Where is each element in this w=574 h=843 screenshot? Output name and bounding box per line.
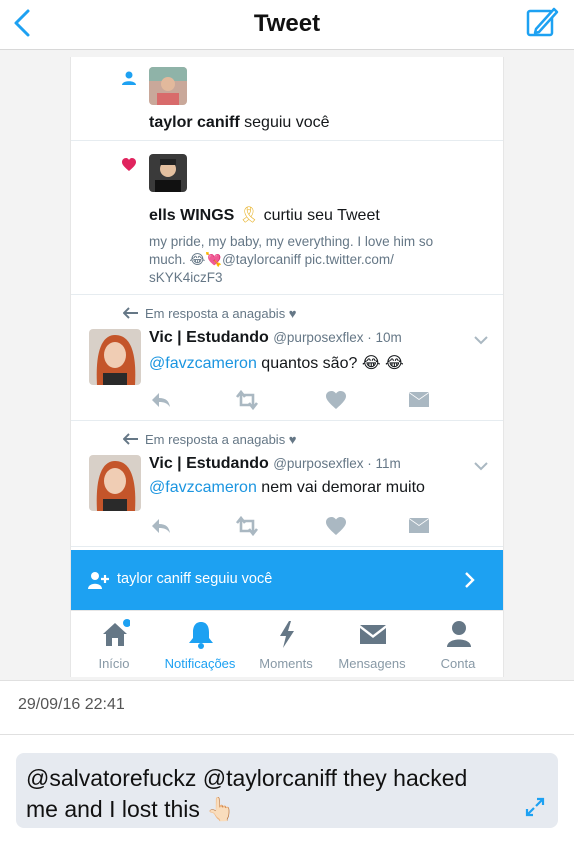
avatar[interactable] [89,455,141,511]
banner-text: taylor caniff seguiu você [117,571,273,587]
tweet-text-box[interactable]: @salvatorefuckz @taylorcaniff they hacke… [16,753,558,828]
direct-message-icon[interactable] [407,515,431,537]
tab-label: Conta [440,656,476,671]
author-handle: @purposexflex · 10m [273,330,402,345]
author-name[interactable]: Vic | Estudando [149,329,269,346]
tab-label: Mensagens [338,656,406,671]
reply-context: Em resposta a anagabis ♥ [122,432,297,447]
tab-moments[interactable]: Moments [243,611,329,677]
page-title: Tweet [253,10,321,37]
tab-label: Notificações [164,656,236,671]
quoted-tweet-line: much. 😂💘@taylorcaniff pic.twitter.com/ [149,252,394,267]
notification-user[interactable]: taylor caniff [149,114,240,131]
tab-conta[interactable]: Conta [415,611,501,677]
reply-context-text: Em resposta a anagabis ♥ [145,306,297,321]
tweet-body: quantos são? 😂 😂 [256,355,404,372]
quoted-tweet-line: sKYK4iczF3 [149,270,223,285]
notification-action: seguiu você [244,114,330,131]
chevron-down-icon[interactable] [473,461,489,471]
reply-icon[interactable] [149,389,173,411]
avatar[interactable] [89,329,141,385]
tweet-actions [149,389,449,411]
notification-follow[interactable]: taylor caniff seguiu você [71,57,503,141]
retweet-icon[interactable] [233,515,261,537]
notification-user[interactable]: ells WINGS [149,207,234,224]
tweet-text: @favzcameron nem vai demorar muito [149,479,425,497]
new-follower-banner[interactable]: taylor caniff seguiu você [71,550,503,610]
reply-arrow-icon [122,307,138,319]
mention-link[interactable]: @favzcameron [149,355,257,372]
tweet-item[interactable]: Em resposta a anagabis ♥ Vic | Estudando… [71,295,503,421]
chevron-down-icon[interactable] [473,335,489,345]
author-name[interactable]: Vic | Estudando [149,455,269,472]
avatar[interactable] [149,67,187,105]
tweet-text: @favzcameron quantos são? 😂 😂 [149,353,404,373]
tweet-body: nem vai demorar muito [256,479,425,496]
direct-message-icon[interactable] [407,389,431,411]
divider [0,680,574,681]
divider [0,734,574,735]
reply-context: Em resposta a anagabis ♥ [122,306,297,321]
tweet-header: Vic | Estudando @purposexflex · 11m [149,455,401,473]
ribbon-emoji: 🎗 [238,205,260,224]
tab-label: Moments [259,656,313,671]
envelope-icon [360,625,386,644]
tweet-page: Tweet taylor caniff seguiu você ells WIN… [0,0,574,843]
heart-icon [122,158,136,171]
notification-like[interactable]: ells WINGS 🎗 curtiu seu Tweet my pride, … [71,141,503,295]
mention-link[interactable]: @favzcameron [149,479,257,496]
tweet-header: Vic | Estudando @purposexflex · 10m [149,329,402,347]
person-icon [447,621,471,647]
quoted-tweet[interactable]: my pride, my baby, my everything. I love… [149,233,479,287]
notification-action: curtiu seu Tweet [263,207,380,224]
notification-text: ells WINGS 🎗 curtiu seu Tweet [149,205,380,225]
like-heart-icon[interactable] [325,389,347,411]
tab-mensagens[interactable]: Mensagens [329,611,415,677]
reply-context-text: Em resposta a anagabis ♥ [145,432,297,447]
retweet-icon[interactable] [233,389,261,411]
compose-icon[interactable] [524,5,560,41]
bell-icon [189,622,213,649]
tab-inicio[interactable]: Início [71,611,157,677]
tab-label: Início [98,656,130,671]
reply-arrow-icon [122,433,138,445]
quoted-tweet-line: my pride, my baby, my everything. I love… [149,234,434,249]
tweet-actions [149,515,449,537]
tweet-timestamp: 29/09/16 22:41 [18,696,125,713]
author-handle: @purposexflex · 11m [273,456,401,471]
like-heart-icon[interactable] [325,515,347,537]
chevron-right-icon[interactable] [463,571,475,589]
expand-icon[interactable] [524,796,546,818]
notification-text: taylor caniff seguiu você [149,114,330,132]
avatar[interactable] [149,154,187,192]
embedded-screenshot: taylor caniff seguiu você ells WINGS 🎗 c… [70,57,504,677]
tweet-caption: @salvatorefuckz @taylorcaniff they hacke… [26,765,468,822]
reply-icon[interactable] [149,515,173,537]
home-icon [103,619,130,646]
top-nav-bar: Tweet [0,0,574,50]
tab-notificacoes[interactable]: Notificações [157,611,243,677]
add-person-icon [88,572,109,589]
lightning-icon [280,621,294,648]
bottom-tab-bar: Início Notificações Moments Mensagens Co… [71,610,503,676]
tweet-item[interactable]: Em resposta a anagabis ♥ Vic | Estudando… [71,421,503,547]
follow-person-icon [122,71,136,85]
